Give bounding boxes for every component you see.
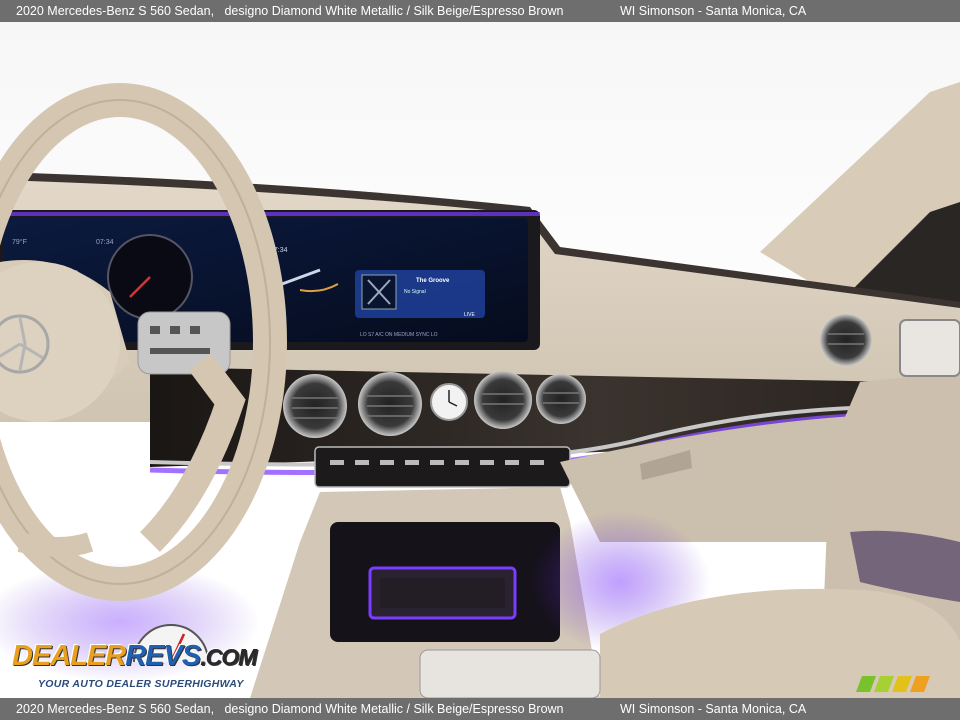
- air-vent: [536, 374, 586, 424]
- climate-panel: [314, 446, 571, 488]
- watermark-logo-text: DEALERREVS.COM: [12, 640, 257, 672]
- air-vent: [474, 371, 532, 429]
- svg-text:The Groove: The Groove: [416, 278, 450, 284]
- stripes-logo-icon: [856, 676, 930, 692]
- air-vent: [283, 374, 347, 438]
- svg-text:79°F: 79°F: [12, 238, 27, 246]
- svg-text:LO S7 A/C ON MEDIUM SY: LO S7 A/C ON MEDIUM SYNC LO: [360, 332, 438, 338]
- svg-text:No Signal: No Signal: [404, 289, 426, 295]
- interior-photo: 79°F 07:34 07:34 The Groove No Signal LI…: [0, 22, 960, 698]
- header-title: 2020 Mercedes-Benz S 560 Sedan, designo …: [16, 4, 564, 18]
- header-dealer: WI Simonson - Santa Monica, CA: [620, 4, 807, 18]
- dealerrevs-watermark: DEALERREVS.COM YOUR AUTO DEALER SUPERHIG…: [12, 624, 272, 694]
- header-bar: 2020 Mercedes-Benz S 560 Sedan, designo …: [0, 0, 960, 22]
- svg-text:LIVE: LIVE: [464, 312, 476, 318]
- air-vent: [358, 372, 422, 436]
- watermark-tagline: YOUR AUTO DEALER SUPERHIGHWAY: [38, 678, 244, 690]
- footer-dealer: WI Simonson - Santa Monica, CA: [620, 702, 807, 716]
- air-vent: [820, 314, 872, 366]
- footer-bar: 2020 Mercedes-Benz S 560 Sedan, designo …: [0, 698, 960, 720]
- svg-text:07:34: 07:34: [96, 239, 114, 246]
- footer-title: 2020 Mercedes-Benz S 560 Sedan, designo …: [16, 702, 564, 716]
